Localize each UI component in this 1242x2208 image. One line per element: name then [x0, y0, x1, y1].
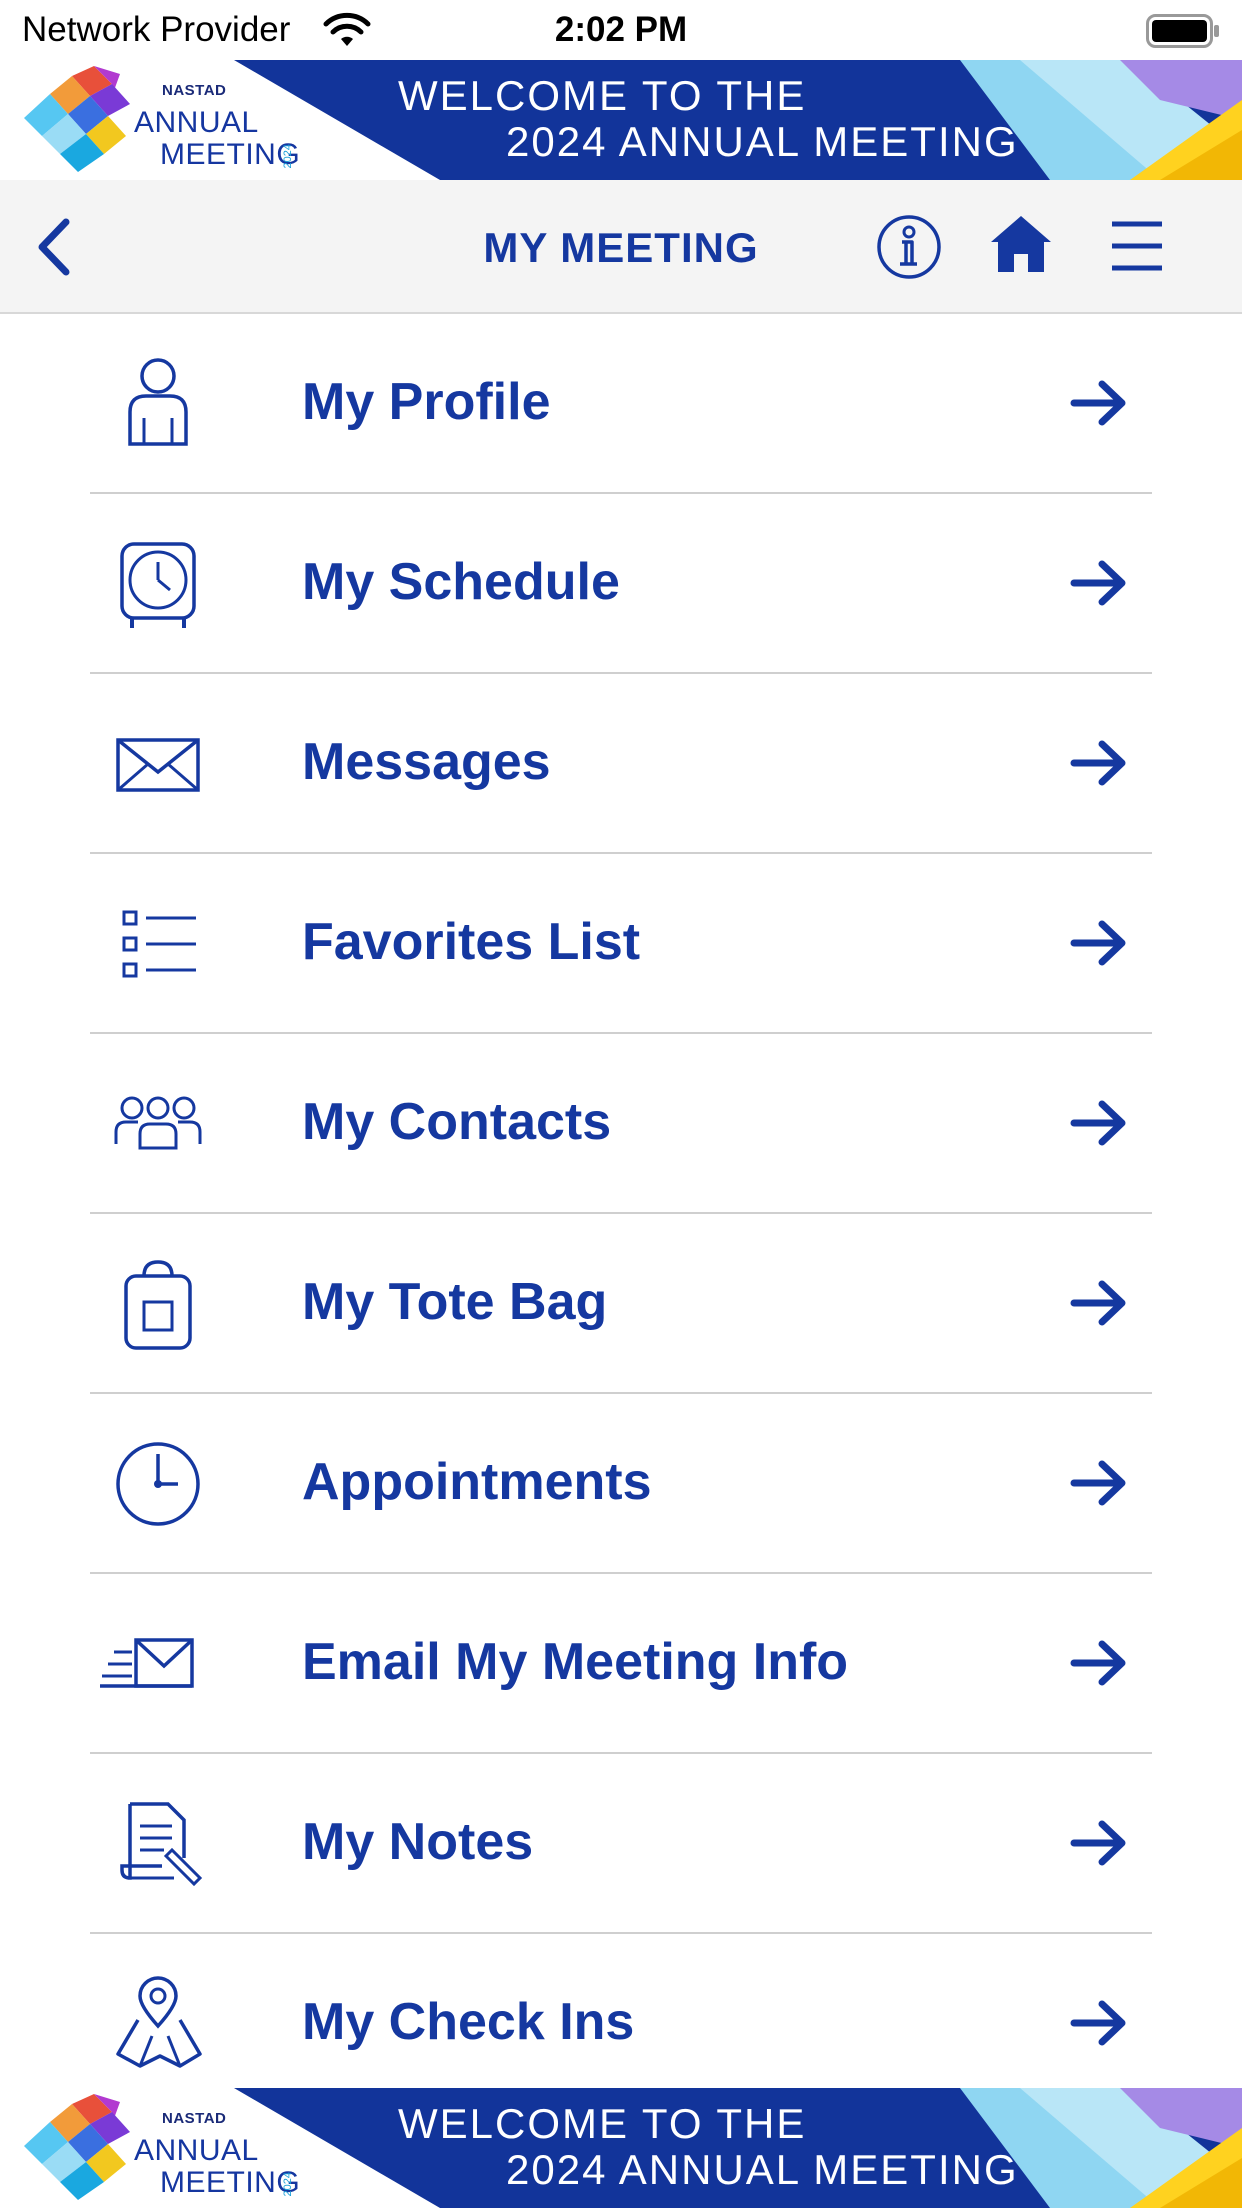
logo-year-text: 2024 — [282, 2172, 294, 2197]
menu-item-my-tote-bag[interactable]: My Tote Bag — [90, 1214, 1152, 1394]
menu-item-my-contacts[interactable]: My Contacts — [90, 1034, 1152, 1214]
arrow-right-icon — [1070, 1280, 1126, 1326]
arrow-right-icon — [1070, 740, 1126, 786]
menu-item-my-check-ins[interactable]: My Check Ins — [90, 1934, 1152, 2112]
arrow-right-icon — [1070, 1820, 1126, 1866]
menu-item-label: Messages — [302, 733, 551, 791]
status-bar: Network Provider 2:02 PM — [0, 0, 1242, 60]
logo-annual-text: ANNUAL — [134, 2134, 259, 2167]
battery-icon — [1146, 14, 1219, 48]
menu-item-label: My Contacts — [302, 1093, 612, 1151]
info-icon[interactable] — [876, 214, 942, 280]
home-icon[interactable] — [988, 210, 1054, 276]
top-banner[interactable]: NASTAD ANNUAL MEETING 2024 WELCOME TO TH… — [0, 60, 1242, 180]
banner-meeting-text: 2024 ANNUAL MEETING — [506, 118, 1019, 165]
nav-bar: MY MEETING — [0, 180, 1242, 314]
arrow-right-icon — [1070, 920, 1126, 966]
tote-bag-icon — [124, 1260, 192, 1350]
menu-item-my-profile[interactable]: My Profile — [90, 314, 1152, 494]
envelope-icon — [116, 738, 200, 792]
hamburger-icon[interactable] — [1108, 218, 1166, 274]
arrow-right-icon — [1070, 380, 1126, 426]
bottom-banner[interactable]: NASTAD ANNUAL MEETING 2024 WELCOME TO TH… — [0, 2088, 1242, 2208]
menu-item-appointments[interactable]: Appointments — [90, 1394, 1152, 1574]
arrow-right-icon — [1070, 1100, 1126, 1146]
person-icon — [128, 358, 188, 446]
group-icon — [114, 1096, 202, 1150]
menu-item-label: Appointments — [302, 1453, 652, 1511]
menu-item-my-notes[interactable]: My Notes — [90, 1754, 1152, 1934]
arrow-right-icon — [1070, 2000, 1126, 2046]
my-meeting-menu: My Profile My Schedule Messages Favorite… — [0, 314, 1242, 2112]
menu-item-label: My Schedule — [302, 553, 620, 611]
map-pin-icon — [116, 1976, 202, 2068]
logo-year-text: 2024 — [282, 144, 294, 169]
menu-item-label: My Notes — [302, 1813, 534, 1871]
banner-welcome-text: WELCOME TO THE — [398, 72, 807, 119]
menu-item-label: My Profile — [302, 373, 551, 431]
menu-item-messages[interactable]: Messages — [90, 674, 1152, 854]
annual-meeting-logo: NASTAD ANNUAL MEETING 2024 — [20, 66, 310, 174]
clock-label: 2:02 PM — [554, 10, 688, 49]
send-mail-icon — [100, 1638, 194, 1688]
logo-org-text: NASTAD — [162, 2110, 227, 2127]
menu-item-favorites-list[interactable]: Favorites List — [90, 854, 1152, 1034]
notes-icon — [120, 1802, 203, 1887]
logo-meeting-text: MEETING — [160, 2166, 301, 2199]
page-title: MY MEETING — [483, 224, 759, 271]
arrow-right-icon — [1070, 1460, 1126, 1506]
annual-meeting-logo: NASTAD ANNUAL MEETING 2024 — [20, 2094, 310, 2202]
menu-item-my-schedule[interactable]: My Schedule — [90, 494, 1152, 674]
logo-annual-text: ANNUAL — [134, 106, 259, 139]
banner-meeting-text: 2024 ANNUAL MEETING — [506, 2146, 1019, 2193]
arrow-right-icon — [1070, 1640, 1126, 1686]
menu-item-label: Favorites List — [302, 913, 641, 971]
menu-item-label: My Check Ins — [302, 1993, 635, 2051]
menu-item-label: Email My Meeting Info — [302, 1633, 849, 1691]
clock-icon — [120, 542, 196, 628]
arrow-right-icon — [1070, 560, 1126, 606]
logo-meeting-text: MEETING — [160, 138, 301, 171]
clock-circle-icon — [116, 1442, 200, 1526]
checklist-icon — [122, 910, 196, 978]
banner-welcome-text: WELCOME TO THE — [398, 2100, 807, 2147]
menu-item-label: My Tote Bag — [302, 1273, 608, 1331]
logo-org-text: NASTAD — [162, 82, 227, 99]
menu-item-email-my-meeting-info[interactable]: Email My Meeting Info — [90, 1574, 1152, 1754]
